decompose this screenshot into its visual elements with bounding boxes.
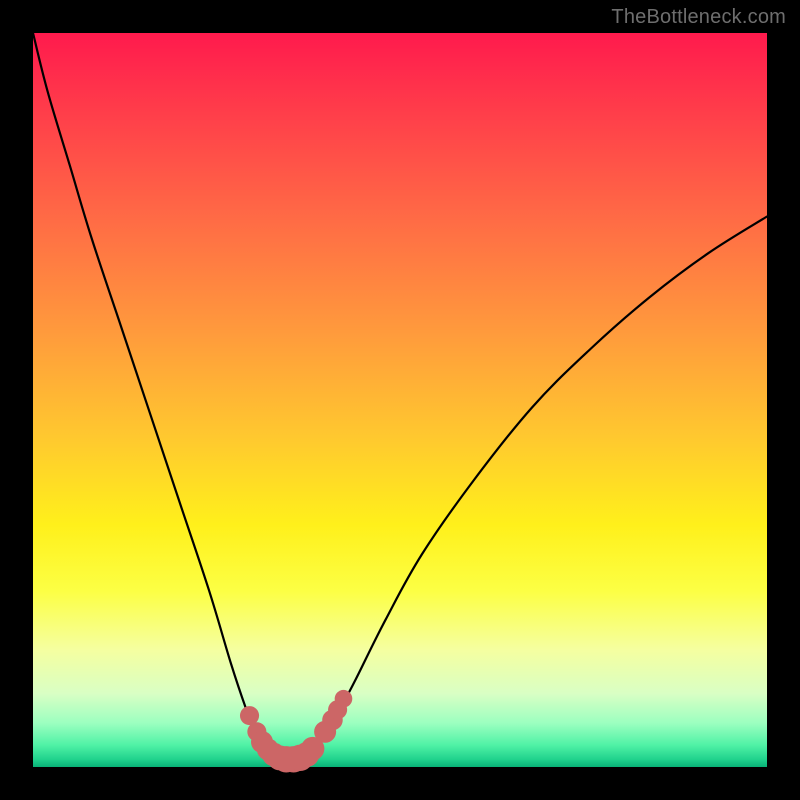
bottleneck-curve [33, 33, 767, 759]
curve-markers [240, 690, 352, 773]
watermark-text: TheBottleneck.com [611, 6, 786, 29]
chart-frame: TheBottleneck.com [0, 0, 800, 800]
plot-area [33, 33, 767, 767]
curve-marker [335, 690, 353, 708]
chart-svg [33, 33, 767, 767]
